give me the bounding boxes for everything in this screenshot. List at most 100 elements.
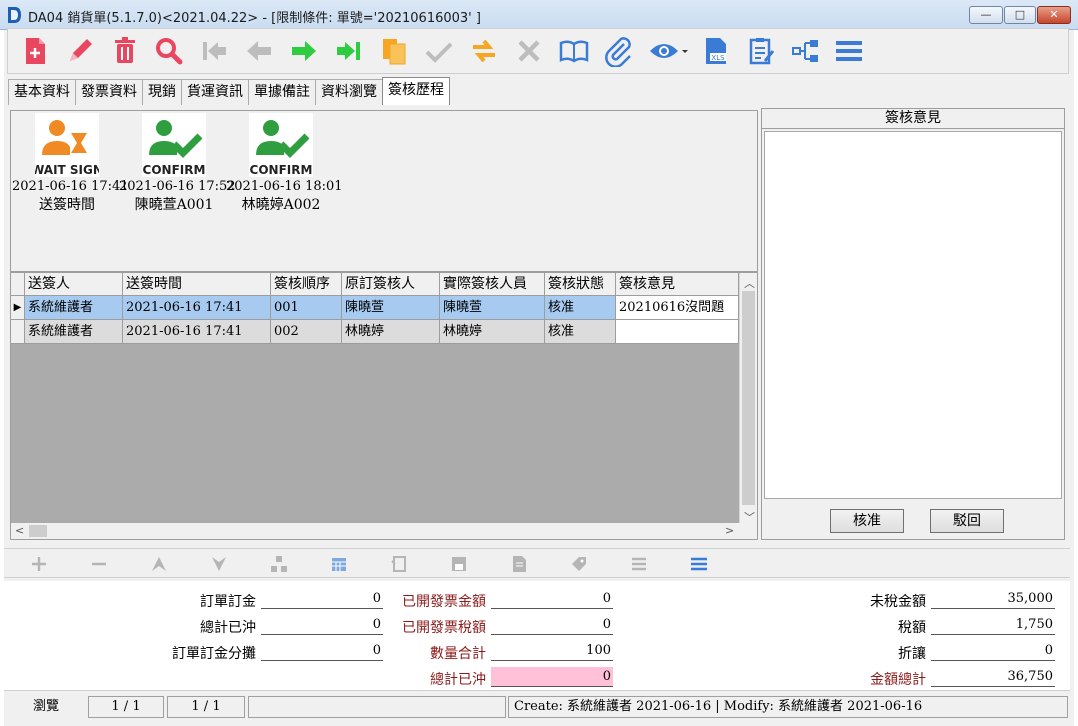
confirm-check-icon[interactable] [421, 33, 457, 69]
cancel-x-icon[interactable] [511, 33, 547, 69]
menu-icon[interactable] [687, 554, 711, 574]
refresh-doc-icon[interactable] [387, 554, 411, 574]
vertical-scrollbar[interactable]: ︿ ﹀ [739, 273, 757, 524]
order-deposit-value: 0 [261, 589, 383, 609]
search-icon[interactable] [151, 33, 187, 69]
next-record-icon[interactable] [286, 33, 322, 69]
tab-notes[interactable]: 單據備註 [248, 79, 316, 105]
last-record-icon[interactable] [331, 33, 367, 69]
column-header[interactable]: 實際簽核人員 [440, 273, 545, 296]
grid-cell[interactable] [616, 320, 739, 344]
move-up-icon[interactable] [147, 554, 171, 574]
approve-button[interactable]: 核准 [830, 509, 904, 533]
tab-sign-history[interactable]: 簽核歷程 [382, 77, 450, 105]
deposit-alloc-label: 訂單訂金分攤 [172, 646, 256, 662]
pretax-value: 35,000 [931, 589, 1055, 609]
status-spacer [248, 696, 506, 718]
grid-cell[interactable]: 系統維護者 [25, 296, 123, 320]
grid-cell[interactable]: 林曉婷 [440, 320, 545, 344]
sign-card[interactable]: WAIT SIGN 2021-06-16 17:41 送簽時間 [12, 113, 129, 214]
order-deposit-label: 訂單訂金 [200, 594, 256, 610]
grid-cell[interactable]: 系統維護者 [25, 320, 123, 344]
scroll-up-icon[interactable]: ︿ [744, 275, 755, 291]
grid-cell[interactable]: 2021-06-16 17:41 [123, 320, 271, 344]
grid-cell[interactable]: 陳曉萱 [440, 296, 545, 320]
prev-record-icon[interactable] [241, 33, 277, 69]
wait-sign-icon: WAIT SIGN [31, 113, 103, 177]
page-indicator: 1 / 1 [167, 696, 245, 718]
column-header[interactable]: 簽核順序 [271, 273, 342, 296]
total-offset-label: 總計已沖 [200, 620, 256, 636]
calendar-icon[interactable] [327, 554, 351, 574]
grid-cell[interactable]: 核准 [545, 320, 616, 344]
sign-history-panel: WAIT SIGN 2021-06-16 17:41 送簽時間 CONFIRM … [10, 110, 758, 272]
view-icon[interactable] [645, 33, 691, 69]
edit-icon[interactable] [62, 33, 98, 69]
column-header[interactable]: 原訂簽核人 [342, 273, 440, 296]
save-icon[interactable] [447, 554, 471, 574]
sign-time: 2021-06-16 18:01 [226, 179, 343, 194]
grand-total-label: 金額總計 [870, 672, 926, 688]
first-record-icon[interactable] [196, 33, 232, 69]
structure-icon[interactable] [267, 554, 291, 574]
book-icon[interactable] [556, 33, 592, 69]
reject-button[interactable]: 駁回 [930, 509, 1004, 533]
tag-icon[interactable] [567, 554, 591, 574]
tab-basic[interactable]: 基本資料 [8, 79, 76, 105]
opinion-panel: 簽核意見 核准 駁回 [761, 108, 1065, 540]
grid-cell[interactable]: 20210616沒問題 [616, 296, 739, 320]
delete-icon[interactable] [107, 33, 143, 69]
close-button[interactable]: ✕ [1037, 6, 1071, 24]
scroll-thumb[interactable] [742, 291, 755, 505]
sign-card[interactable]: CONFIRM 2021-06-16 17:52 陳曉萱A001 [119, 113, 236, 214]
sign-card[interactable]: CONFIRM 2021-06-16 18:01 林曉婷A002 [226, 113, 343, 214]
transfer-icon[interactable] [466, 33, 502, 69]
sign-status-label: CONFIRM [250, 163, 313, 177]
deposit-alloc-value: 0 [261, 641, 383, 661]
menu-icon[interactable] [831, 33, 867, 69]
horizontal-scrollbar[interactable]: < > [11, 523, 757, 539]
tab-browse[interactable]: 資料瀏覽 [315, 79, 383, 105]
flow-icon[interactable] [788, 33, 824, 69]
tab-invoice[interactable]: 發票資料 [75, 79, 143, 105]
grid-cell[interactable]: 核准 [545, 296, 616, 320]
scroll-right-icon[interactable]: > [725, 524, 734, 537]
grid-cell[interactable]: 陳曉萱 [342, 296, 440, 320]
column-header[interactable]: 送簽時間 [123, 273, 271, 296]
invoiced-amount-label: 已開發票金額 [402, 594, 486, 610]
excel-export-icon[interactable]: XLS [698, 33, 734, 69]
total-offset-value: 0 [261, 615, 383, 635]
audit-info: Create: 系統維護者 2021-06-16 | Modify: 系統維護者… [508, 696, 1068, 718]
remove-row-icon[interactable] [87, 554, 111, 574]
copy-icon[interactable] [376, 33, 412, 69]
attach-icon[interactable] [600, 33, 636, 69]
maximize-button[interactable]: □ [1004, 6, 1036, 24]
svg-text:XLS: XLS [711, 54, 725, 62]
add-row-icon[interactable] [27, 554, 51, 574]
invoiced-amount-value: 0 [491, 589, 613, 609]
grid-cell[interactable]: 001 [271, 296, 342, 320]
discount-value: 0 [931, 641, 1055, 661]
move-down-icon[interactable] [207, 554, 231, 574]
app-logo-icon [8, 7, 21, 23]
pretax-label: 未稅金額 [870, 594, 926, 610]
column-header[interactable]: 簽核狀態 [545, 273, 616, 296]
grid-cell[interactable]: 002 [271, 320, 342, 344]
column-header[interactable]: 簽核意見 [616, 273, 739, 296]
document-icon[interactable] [507, 554, 531, 574]
minimize-button[interactable]: — [969, 6, 1003, 24]
column-header[interactable]: 送簽人 [25, 273, 123, 296]
grid-corner [11, 273, 25, 296]
main-toolbar: XLS [7, 28, 1069, 74]
tab-cash-sale[interactable]: 現銷 [142, 79, 182, 105]
tab-shipping[interactable]: 貨運資訊 [181, 79, 249, 105]
new-icon[interactable] [17, 33, 53, 69]
scroll-thumb[interactable] [29, 525, 47, 537]
scroll-left-icon[interactable]: < [15, 524, 24, 537]
grid-cell[interactable]: 林曉婷 [342, 320, 440, 344]
clipboard-icon[interactable] [743, 33, 779, 69]
grid-cell[interactable]: 2021-06-16 17:41 [123, 296, 271, 320]
opinion-textarea[interactable] [764, 131, 1062, 499]
list-icon[interactable] [627, 554, 651, 574]
sign-time: 2021-06-16 17:41 [12, 179, 129, 194]
